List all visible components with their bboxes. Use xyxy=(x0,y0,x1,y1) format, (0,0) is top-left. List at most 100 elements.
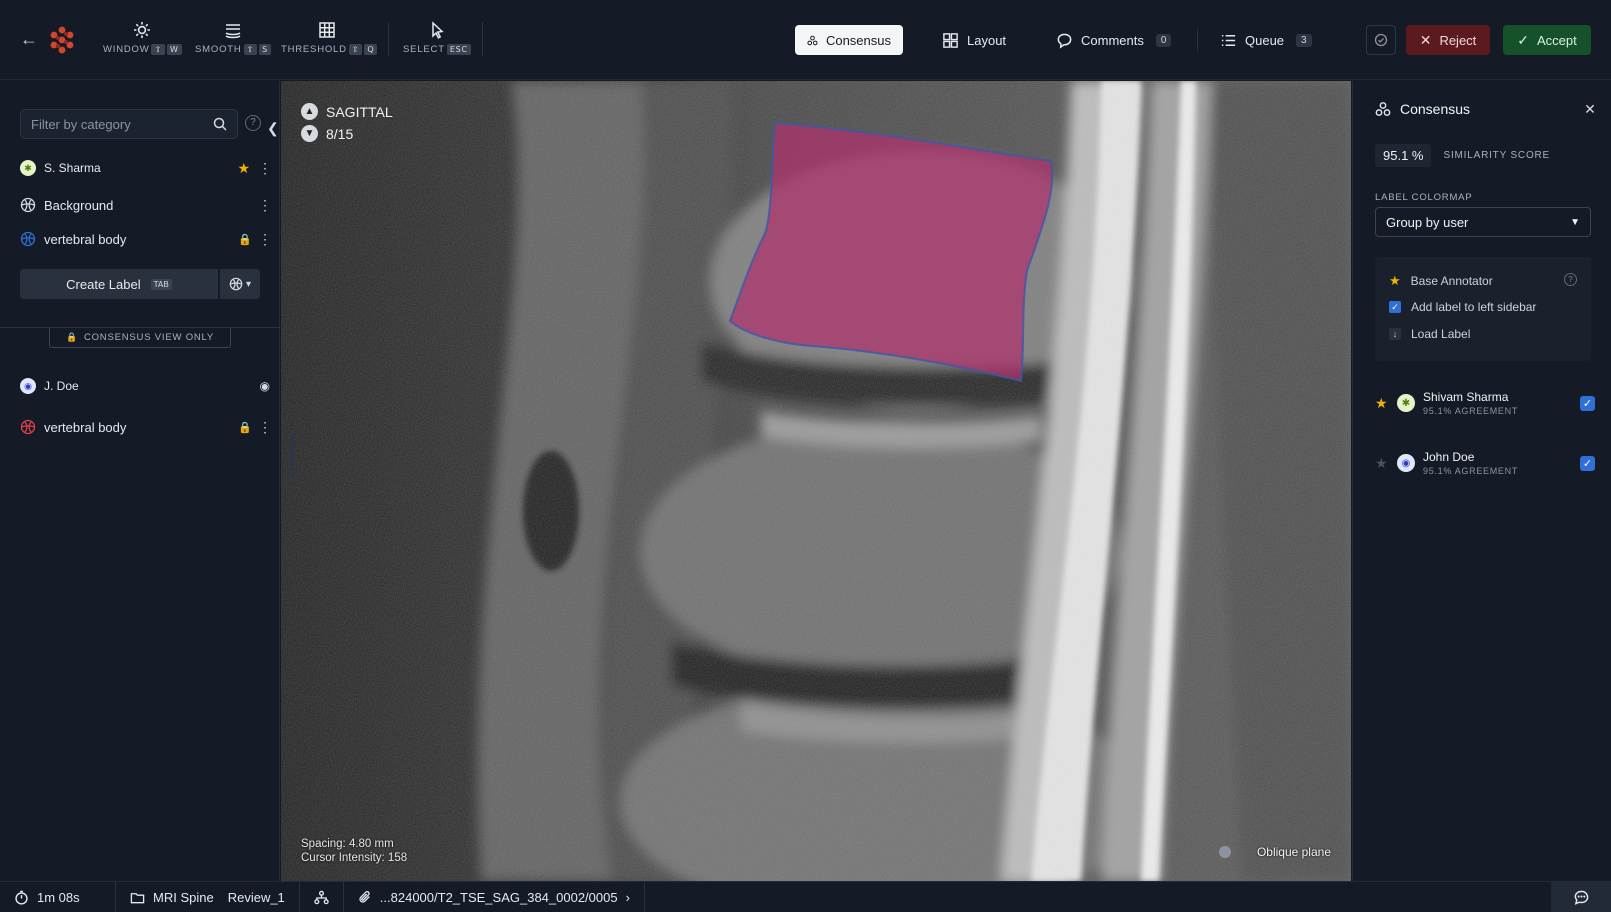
tool-label: THRESHOLD xyxy=(281,44,347,55)
consensus-panel: Consensus ✕ 95.1 % SIMILARITY SCORE LABE… xyxy=(1352,81,1611,881)
image-info: Spacing: 4.80 mm Cursor Intensity: 158 xyxy=(301,837,407,865)
label-sidebar: ? ❮ ✱ S. Sharma ★ ⋮ Background ⋮ vertebr… xyxy=(0,81,280,881)
chat-button[interactable] xyxy=(1551,882,1611,912)
help-icon[interactable]: ? xyxy=(1564,273,1577,286)
annotator-row-doe: ◉ J. Doe ◉ xyxy=(20,374,270,398)
user-visible-checkbox[interactable]: ✓ xyxy=(1580,455,1595,471)
layout-button[interactable]: Layout xyxy=(930,25,1018,55)
globe-icon xyxy=(229,277,243,291)
create-label-button[interactable]: Create Label TAB xyxy=(20,269,218,299)
add-label-option[interactable]: ✓ Add label to left sidebar xyxy=(1389,300,1536,314)
slice-index: 8/15 xyxy=(326,125,354,142)
more-options-icon[interactable]: ⋮ xyxy=(258,197,272,214)
load-label-option[interactable]: ↓ Load Label xyxy=(1389,327,1470,341)
check-icon: ✓ xyxy=(1517,31,1529,48)
shortcut-key: ⇧ xyxy=(243,44,258,55)
panel-title: Consensus xyxy=(1400,101,1471,117)
label-name: vertebral body xyxy=(44,419,127,435)
label-row-background[interactable]: Background ⋮ xyxy=(20,193,272,217)
comment-icon xyxy=(1057,33,1072,49)
smooth-tool[interactable]: SMOOTH ⇧ S xyxy=(194,20,272,55)
queue-count-badge: 3 xyxy=(1296,33,1312,47)
search-icon[interactable] xyxy=(213,117,227,131)
label-row-vertebral-body-doe[interactable]: vertebral body 🔒 ⋮ xyxy=(20,415,272,439)
grid-icon xyxy=(319,22,335,38)
app-logo xyxy=(50,26,74,54)
layers-icon xyxy=(225,24,241,39)
file-path[interactable]: ...824000/T2_TSE_SAG_384_0002/0005 › xyxy=(344,881,645,912)
queue-label: Queue xyxy=(1245,32,1285,48)
back-arrow-icon[interactable]: ← xyxy=(18,28,40,50)
chevron-down-icon[interactable]: ▼ xyxy=(301,125,318,142)
annotator-row-sharma: ✱ S. Sharma ★ ⋮ xyxy=(20,156,272,180)
threshold-tool[interactable]: THRESHOLD ⇧ Q xyxy=(281,20,378,55)
user-name: John Doe xyxy=(1423,450,1475,464)
filter-box xyxy=(20,109,238,139)
chat-icon xyxy=(1574,890,1588,905)
label-row-vertebral-body[interactable]: vertebral body 🔒 ⋮ xyxy=(20,227,272,251)
chevron-right-icon: › xyxy=(625,889,630,905)
lock-icon[interactable]: 🔒 xyxy=(238,421,252,434)
shortcut-key: S xyxy=(259,44,271,55)
checkbox-checked[interactable]: ✓ xyxy=(1389,301,1401,313)
more-options-icon[interactable]: ⋮ xyxy=(258,419,272,436)
consensus-button[interactable]: Consensus xyxy=(795,25,903,55)
queue-button[interactable]: Queue 3 xyxy=(1208,25,1324,55)
check-circle-button[interactable] xyxy=(1366,25,1396,55)
panel-header: Consensus xyxy=(1375,101,1470,117)
filter-input[interactable] xyxy=(31,116,213,132)
accept-label: Accept xyxy=(1536,32,1577,48)
similarity-score: 95.1 % SIMILARITY SCORE xyxy=(1375,144,1550,167)
star-outline-icon[interactable]: ★ xyxy=(1375,455,1397,472)
sun-icon xyxy=(134,22,150,38)
lock-icon[interactable]: 🔒 xyxy=(238,233,252,246)
collapse-sidebar-icon[interactable]: ❮ xyxy=(267,120,279,137)
chevron-up-icon[interactable]: ▲ xyxy=(301,103,318,120)
globe-icon xyxy=(20,419,36,435)
accept-button[interactable]: ✓ Accept xyxy=(1503,25,1591,55)
star-icon[interactable]: ★ xyxy=(1375,395,1397,412)
create-label-group: Create Label TAB ▾ xyxy=(20,269,260,299)
toolbar-divider xyxy=(388,22,389,56)
consensus-view-only-tag: 🔒 CONSENSUS VIEW ONLY xyxy=(49,328,231,348)
label-name: vertebral body xyxy=(44,231,127,247)
project-breadcrumb[interactable]: MRI Spine Review_1 xyxy=(116,881,300,912)
colormap-select[interactable]: Group by user ▼ xyxy=(1375,207,1591,237)
option-label: Base Annotator xyxy=(1410,274,1493,288)
tool-label: SELECT xyxy=(403,44,445,55)
colormap-value: Group by user xyxy=(1386,214,1469,230)
user-visible-checkbox[interactable]: ✓ xyxy=(1580,395,1595,411)
image-viewport[interactable]: ▲ SAGITTAL ▼ 8/15 Spacing: 4.80 mm Curso… xyxy=(281,81,1351,881)
layout-label: Layout xyxy=(967,32,1007,48)
oblique-label: Oblique plane xyxy=(1256,845,1331,859)
consensus-icon xyxy=(807,35,818,45)
reject-label: Reject xyxy=(1439,32,1477,48)
cursor-intensity-readout: Cursor Intensity: 158 xyxy=(301,852,408,864)
more-options-icon[interactable]: ⋮ xyxy=(258,160,272,177)
oblique-plane-toggle[interactable]: Oblique plane xyxy=(1218,845,1331,859)
globe-icon xyxy=(20,231,36,247)
window-tool[interactable]: WINDOW ⇧ W xyxy=(103,20,182,55)
sidebar-scrollbar[interactable] xyxy=(290,432,295,478)
star-icon[interactable]: ★ xyxy=(237,160,250,177)
user-avatar: ✱ xyxy=(1397,394,1415,412)
hierarchy-button[interactable] xyxy=(300,881,344,912)
label-name: Background xyxy=(44,197,114,213)
tool-label: WINDOW xyxy=(103,44,150,55)
select-tool[interactable]: SELECT ESC xyxy=(402,20,472,55)
plane-label: SAGITTAL xyxy=(326,103,393,120)
create-label-text: Create Label xyxy=(66,276,141,292)
eye-icon[interactable]: ◉ xyxy=(260,379,270,393)
more-options-icon[interactable]: ⋮ xyxy=(258,231,272,248)
close-icon[interactable]: ✕ xyxy=(1581,100,1599,118)
tool-label: SMOOTH xyxy=(195,44,242,55)
reject-button[interactable]: ✕ Reject xyxy=(1406,25,1490,55)
help-icon[interactable]: ? xyxy=(245,115,261,131)
option-label: Add label to left sidebar xyxy=(1411,300,1537,314)
globe-icon xyxy=(20,197,36,213)
comments-button[interactable]: Comments 0 xyxy=(1044,25,1183,55)
top-toolbar: ← WINDOW ⇧ W SMOOTH ⇧ S THRESHOLD ⇧ Q SELECT ES… xyxy=(0,0,1611,80)
user-avatar: ◉ xyxy=(1397,454,1415,472)
comments-count-badge: 0 xyxy=(1155,33,1172,47)
label-type-dropdown[interactable]: ▾ xyxy=(220,269,260,299)
